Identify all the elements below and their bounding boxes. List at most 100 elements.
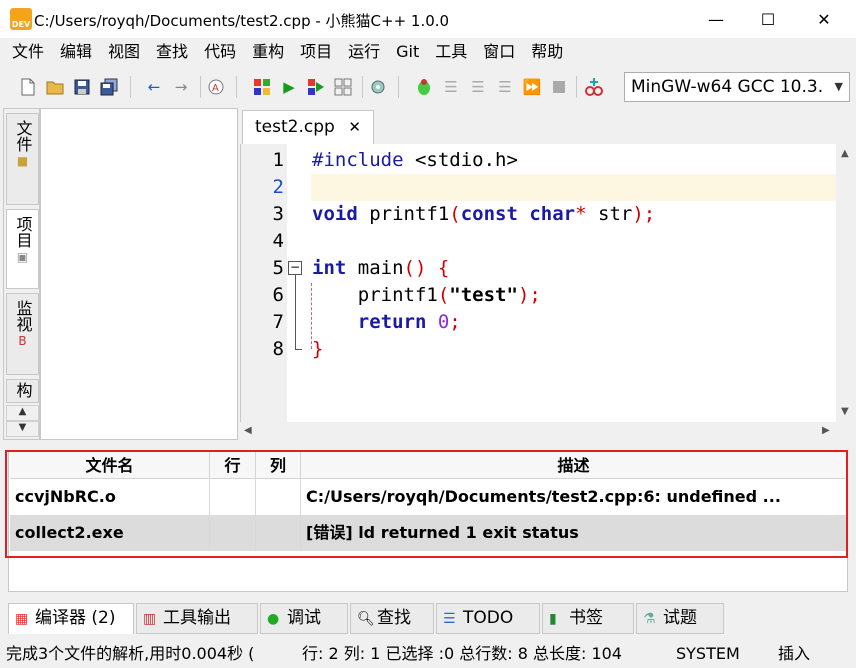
run-icon[interactable]: ▶ xyxy=(279,77,299,97)
new-file-icon[interactable] xyxy=(18,77,38,97)
editor-tab-bar: test2.cpp ✕ xyxy=(240,108,856,144)
left-tab-bar: 文件 ■ 项目 ▣ 监视 B 构 ▲ ▼ xyxy=(3,108,40,440)
fold-toggle-icon[interactable]: − xyxy=(288,261,302,275)
debug-icon: ● xyxy=(267,611,280,627)
maximize-icon: ☐ xyxy=(760,9,776,29)
tab-watch[interactable]: 监视 B xyxy=(6,293,39,375)
menu-search[interactable]: 查找 xyxy=(148,38,196,66)
chevron-down-icon: ▼ xyxy=(834,80,843,93)
open-file-icon[interactable] xyxy=(45,77,65,97)
status-encoding: SYSTEM xyxy=(676,644,740,663)
code-line-3: void printf1(const char* str); xyxy=(312,201,655,228)
continue-icon[interactable]: ⏩ xyxy=(522,77,542,97)
token: <stdio.h> xyxy=(414,149,518,171)
token: main xyxy=(346,257,404,279)
menu-run[interactable]: 运行 xyxy=(340,38,388,66)
tab-problems[interactable]: ⚗ 试题 xyxy=(636,603,724,634)
tab-structure[interactable]: 构 xyxy=(6,379,39,403)
menu-edit[interactable]: 编辑 xyxy=(52,38,100,66)
line-number: 4 xyxy=(272,230,284,252)
app-icon: DEV xyxy=(10,8,32,30)
menu-window[interactable]: 窗口 xyxy=(475,38,523,66)
line-number: 5 xyxy=(272,257,284,279)
scroll-down-icon[interactable]: ▼ xyxy=(6,421,39,437)
token: int xyxy=(312,257,347,279)
token: printf1 xyxy=(357,203,450,225)
token: * xyxy=(575,203,599,225)
highlight-annotation xyxy=(5,450,848,558)
save-icon[interactable] xyxy=(72,77,92,97)
window-title: C:/Users/royqh/Documents/test2.cpp - 小熊猫… xyxy=(34,12,450,30)
debug-icon[interactable] xyxy=(414,77,434,97)
format-icon[interactable]: A xyxy=(206,77,226,97)
tab-compiler[interactable]: ▦ 编译器 (2) xyxy=(8,603,134,634)
tab-bookmarks[interactable]: ▮ 书签 xyxy=(542,603,634,634)
tab-todo[interactable]: ☰ TODO xyxy=(436,603,540,634)
code-line-1: #include <stdio.h> xyxy=(312,147,518,174)
svg-text:A: A xyxy=(212,83,219,94)
menu-view[interactable]: 视图 xyxy=(100,38,148,66)
vertical-scrollbar[interactable]: ▲ ▼ xyxy=(836,144,856,422)
token: #include xyxy=(312,149,415,171)
close-tab-icon[interactable]: ✕ xyxy=(348,111,361,144)
save-all-icon[interactable] xyxy=(99,77,119,97)
status-parse: 完成3个文件的解析,用时0.004秒 ( xyxy=(6,644,255,663)
code-line-5: int main() { xyxy=(312,255,449,282)
minimize-button[interactable]: — xyxy=(688,0,744,38)
add-watch-icon[interactable] xyxy=(584,77,604,97)
step-out-icon[interactable]: ☰ xyxy=(495,77,515,97)
token: ); xyxy=(632,203,656,225)
menu-git[interactable]: Git xyxy=(388,38,427,66)
tab-tools-output[interactable]: ▥ 工具输出 xyxy=(136,603,258,634)
horizontal-scrollbar[interactable]: ◀ ▶ xyxy=(240,422,856,440)
scroll-up-icon[interactable]: ▲ xyxy=(6,405,39,421)
project-panel[interactable] xyxy=(40,108,238,440)
tab-search[interactable]: 🔍︎ 查找 xyxy=(350,603,434,634)
panel-splitter[interactable] xyxy=(0,440,856,448)
status-insert-mode: 插入 xyxy=(778,644,811,663)
bookmark-icon: ▮ xyxy=(549,611,557,627)
tab-files[interactable]: 文件 ■ xyxy=(6,113,39,205)
editor-tab[interactable]: test2.cpp ✕ xyxy=(242,110,374,144)
tab-problems-label: 试题 xyxy=(663,608,697,628)
menu-code[interactable]: 代码 xyxy=(196,38,244,66)
step-into-icon[interactable]: ☰ xyxy=(468,77,488,97)
bottom-tab-bar: ▦ 编译器 (2) ▥ 工具输出 ● 调试 🔍︎ 查找 ☰ TODO ▮ 书签 ⚗ 试题 xyxy=(0,601,856,635)
menu-file[interactable]: 文件 xyxy=(4,38,52,66)
compile-run-icon[interactable] xyxy=(306,77,326,97)
menu-refactor[interactable]: 重构 xyxy=(244,38,292,66)
tab-debug[interactable]: ● 调试 xyxy=(260,603,348,634)
rebuild-icon[interactable] xyxy=(333,77,353,97)
tab-debug-label: 调试 xyxy=(287,608,321,628)
syntax-check-icon[interactable] xyxy=(368,77,388,97)
watch-icon: B xyxy=(18,334,27,348)
minimize-icon: — xyxy=(708,9,724,29)
menu-project[interactable]: 项目 xyxy=(292,38,340,66)
title-bar: DEV C:/Users/royqh/Documents/test2.cpp -… xyxy=(0,0,856,38)
token: "test" xyxy=(449,284,518,306)
token: ( xyxy=(449,203,461,225)
step-over-icon[interactable]: ☰ xyxy=(441,77,461,97)
undo-icon[interactable]: ← xyxy=(144,77,164,97)
redo-icon[interactable]: → xyxy=(171,77,191,97)
menu-help[interactable]: 帮助 xyxy=(523,38,571,66)
tab-structure-label: 构 xyxy=(13,382,33,398)
line-number: 2 xyxy=(272,176,284,198)
stop-icon[interactable] xyxy=(549,77,569,97)
line-number: 8 xyxy=(272,338,284,360)
compiler-select[interactable]: MinGW-w64 GCC 10.3. ▼ xyxy=(624,72,850,102)
maximize-button[interactable]: ☐ xyxy=(740,0,796,38)
tab-project-label: 项目 xyxy=(13,216,33,248)
code-line-7: return 0; xyxy=(312,309,461,336)
code-editor[interactable]: 1 2 3 4 5 6 7 8 − #include <stdio.h> voi… xyxy=(240,144,837,422)
close-button[interactable]: ✕ xyxy=(796,0,852,38)
token: const char xyxy=(460,203,576,225)
tab-bookmarks-label: 书签 xyxy=(569,608,603,628)
menu-tools[interactable]: 工具 xyxy=(427,38,475,66)
tools-output-icon: ▥ xyxy=(143,611,157,627)
tab-project[interactable]: 项目 ▣ xyxy=(6,209,39,289)
compile-icon[interactable] xyxy=(252,77,272,97)
token: str xyxy=(598,203,633,225)
menu-bar: 文件 编辑 视图 查找 代码 重构 项目 运行 Git 工具 窗口 帮助 xyxy=(0,38,856,66)
compiler-icon: ▦ xyxy=(15,611,29,627)
